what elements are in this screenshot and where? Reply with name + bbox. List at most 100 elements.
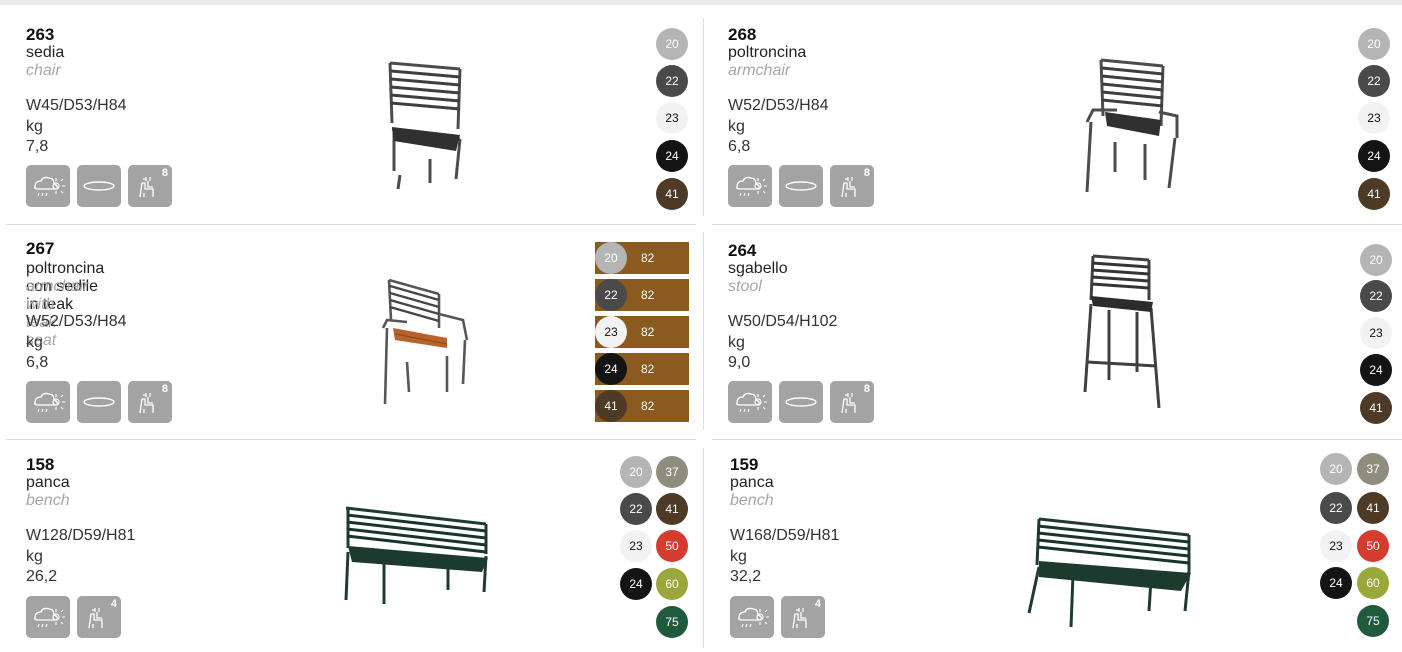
finish-dot: 22 <box>656 65 688 97</box>
product-name: sgabello <box>728 260 788 277</box>
stack-count: 4 <box>110 598 117 610</box>
product-name: sedia <box>26 44 65 61</box>
product-name-en: bench <box>26 492 70 509</box>
weather-icon <box>728 381 772 423</box>
finish-dot: 23 <box>1320 530 1352 562</box>
stack-icon: 8 <box>830 165 874 207</box>
top-band <box>0 0 1402 5</box>
finish-dot: 22 <box>595 279 627 311</box>
finish-dot: 41 <box>1360 392 1392 424</box>
teak-code: 82 <box>641 325 655 339</box>
teak-code: 82 <box>641 362 655 376</box>
finish-dot: 24 <box>1320 567 1352 599</box>
ellipse-cushion-icon <box>77 381 121 423</box>
column-divider <box>703 18 704 216</box>
product-name: panca <box>26 474 70 491</box>
row-divider <box>712 439 1402 440</box>
finish-dot: 20 <box>1320 453 1352 485</box>
teak-code: 82 <box>641 399 655 413</box>
finish-dot: 41 <box>1357 492 1389 524</box>
stack-icon: 4 <box>781 596 825 638</box>
stack-icon: 8 <box>830 381 874 423</box>
teak-code: 82 <box>641 251 655 265</box>
weather-icon <box>728 165 772 207</box>
finish-dot: 24 <box>595 353 627 385</box>
finish-dot: 20 <box>595 242 627 274</box>
product-name: panca <box>730 474 774 491</box>
product-code: 263 <box>26 25 55 44</box>
finish-dot: 41 <box>595 390 627 422</box>
product-name-en: armchair <box>728 62 791 79</box>
finish-dot: 23 <box>620 530 652 562</box>
finish-dot: 22 <box>1358 65 1390 97</box>
finish-dot: 24 <box>1360 354 1392 386</box>
finish-dot: 75 <box>656 606 688 638</box>
product-code: 268 <box>728 25 757 44</box>
ellipse-cushion-icon <box>77 165 121 207</box>
product-name: poltroncina <box>728 44 807 61</box>
finish-dot: 23 <box>1360 317 1392 349</box>
armchair-image <box>1085 58 1179 193</box>
product-code: 159 <box>730 455 759 474</box>
product-code: 158 <box>26 455 55 474</box>
row-divider <box>712 224 1402 225</box>
weather-icon <box>730 596 774 638</box>
finish-dot: 60 <box>1357 567 1389 599</box>
product-weight: kg 7,8 <box>26 118 49 155</box>
weather-icon <box>26 596 70 638</box>
row-divider <box>6 224 696 225</box>
product-name-en: bench <box>730 492 774 509</box>
product-weight: kg 26,2 <box>26 548 58 585</box>
stack-icon: 4 <box>77 596 121 638</box>
finish-dot: 75 <box>1357 605 1389 637</box>
column-divider <box>703 448 704 648</box>
product-name-en: stool <box>728 278 762 295</box>
teak-code: 82 <box>641 288 655 302</box>
product-dimensions: W45/D53/H84 <box>26 97 127 114</box>
ellipse-cushion-icon <box>779 165 823 207</box>
stack-count: 8 <box>161 167 168 179</box>
stack-count: 8 <box>863 383 870 395</box>
product-weight: kg 9,0 <box>728 334 751 371</box>
stool-image <box>1083 254 1161 409</box>
ellipse-cushion-icon <box>779 381 823 423</box>
stack-icon: 8 <box>128 165 172 207</box>
row-divider <box>6 439 696 440</box>
finish-dot: 60 <box>656 568 688 600</box>
stack-count: 4 <box>814 598 821 610</box>
finish-dot: 23 <box>656 102 688 134</box>
finish-dot: 20 <box>656 28 688 60</box>
finish-dot: 24 <box>1358 140 1390 172</box>
finish-dot: 20 <box>1358 28 1390 60</box>
column-divider <box>703 232 704 430</box>
teak-armchair-image <box>381 278 469 405</box>
finish-dot: 20 <box>1360 244 1392 276</box>
finish-dot: 37 <box>1357 453 1389 485</box>
finish-dot: 50 <box>1357 530 1389 562</box>
product-dimensions: W50/D54/H102 <box>728 313 838 330</box>
finish-dot: 50 <box>656 530 688 562</box>
weather-icon <box>26 165 70 207</box>
bench-image <box>344 506 488 604</box>
finish-dot: 41 <box>656 493 688 525</box>
product-dimensions: W52/D53/H84 <box>728 97 829 114</box>
product-dimensions: W128/D59/H81 <box>26 527 136 544</box>
product-name-en: chair <box>26 62 61 79</box>
bench-image <box>1027 517 1191 628</box>
finish-dot: 41 <box>1358 178 1390 210</box>
finish-dot: 24 <box>620 568 652 600</box>
finish-dot: 23 <box>1358 102 1390 134</box>
stack-count: 8 <box>863 167 870 179</box>
finish-dot: 22 <box>1320 492 1352 524</box>
finish-dot: 41 <box>656 178 688 210</box>
product-code: 267 <box>26 239 55 258</box>
chair-image <box>388 61 462 190</box>
finish-dot: 22 <box>1360 280 1392 312</box>
stack-count: 8 <box>161 383 168 395</box>
finish-dot: 24 <box>656 140 688 172</box>
product-weight: kg 6,8 <box>728 118 751 155</box>
finish-dot: 23 <box>595 316 627 348</box>
product-weight: kg 32,2 <box>730 548 762 585</box>
finish-dot: 20 <box>620 456 652 488</box>
stack-icon: 8 <box>128 381 172 423</box>
